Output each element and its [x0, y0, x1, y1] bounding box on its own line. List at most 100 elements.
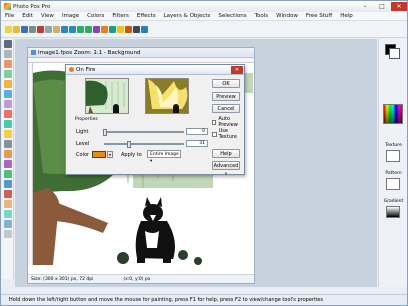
- copy-icon[interactable]: [45, 25, 52, 33]
- menu-selections[interactable]: Selections: [214, 13, 250, 19]
- pattern-box[interactable]: [386, 178, 400, 190]
- open-folder-icon[interactable]: [13, 25, 20, 33]
- undo-icon[interactable]: [61, 25, 68, 33]
- document-cursor-position: (x:0, y:0) px: [123, 276, 151, 282]
- level-slider-thumb[interactable]: [127, 141, 132, 148]
- document-title-bar: Image1.fpos Zoom: 1:1 - Background: [28, 48, 254, 58]
- gradient-tool-icon[interactable]: [4, 120, 12, 128]
- eyedropper-tool-icon[interactable]: [4, 180, 12, 188]
- save-icon[interactable]: [21, 25, 28, 33]
- clone-tool-icon[interactable]: [4, 140, 12, 148]
- document-title: Image1.fpos Zoom: 1:1 - Background: [38, 49, 141, 56]
- smudge-tool-icon[interactable]: [4, 150, 12, 158]
- help-button[interactable]: Help: [212, 149, 240, 158]
- maximize-button[interactable]: □: [374, 2, 390, 11]
- color-palette[interactable]: [383, 104, 403, 124]
- light-label: Light: [76, 129, 89, 135]
- background-color[interactable]: [389, 48, 400, 59]
- app-logo-icon: [4, 3, 11, 10]
- document-icon: [31, 50, 36, 55]
- magic-wand-icon[interactable]: [4, 70, 12, 78]
- level-value[interactable]: 31: [186, 140, 208, 147]
- apply-to-label: Apply to: [121, 152, 142, 158]
- ok-button[interactable]: OK: [212, 79, 240, 88]
- level-slider[interactable]: [104, 141, 184, 148]
- layers-icon[interactable]: [93, 25, 100, 33]
- level-label: Level: [76, 141, 90, 147]
- dialog-title: On Fire: [76, 66, 96, 73]
- menu-window[interactable]: Window: [272, 13, 302, 19]
- use-texture-label: Use Texture: [218, 128, 237, 140]
- apply-to-select[interactable]: Entire Image ▾: [147, 150, 181, 164]
- new-file-icon[interactable]: [5, 25, 12, 33]
- red-eye-tool-icon[interactable]: [4, 190, 12, 198]
- zoom-tool-icon[interactable]: [4, 220, 12, 228]
- paste-icon[interactable]: [53, 25, 60, 33]
- right-panel: Texture Pattern Gradient: [378, 39, 407, 287]
- workspace: Image1.fpos Zoom: 1:1 - Background Size:…: [15, 39, 377, 287]
- texture-box[interactable]: [386, 150, 400, 162]
- minimize-button[interactable]: –: [357, 2, 373, 11]
- preview-before: [85, 78, 129, 114]
- menu-free-stuff[interactable]: Free Stuff: [302, 13, 336, 19]
- pencil-tool-icon[interactable]: [4, 90, 12, 98]
- select-tool-icon[interactable]: [4, 50, 12, 58]
- cancel-button[interactable]: Cancel: [212, 104, 240, 113]
- cut-icon[interactable]: [37, 25, 44, 33]
- shape-tool-icon[interactable]: [4, 160, 12, 168]
- burn-tool-icon[interactable]: [4, 200, 12, 208]
- close-button[interactable]: ✕: [391, 2, 407, 11]
- dialog-title-bar: On Fire ✕: [66, 65, 244, 75]
- zoom-in-icon[interactable]: [77, 25, 84, 33]
- menu-filters[interactable]: Filters: [108, 13, 133, 19]
- light-slider-thumb[interactable]: [103, 129, 107, 136]
- lasso-tool-icon[interactable]: [4, 60, 12, 68]
- hand-tool-icon[interactable]: [4, 230, 12, 238]
- brush-tool-icon[interactable]: [4, 80, 12, 88]
- line-tool-icon[interactable]: [4, 170, 12, 178]
- fill-tool-icon[interactable]: [4, 110, 12, 118]
- crop-icon[interactable]: [125, 25, 132, 33]
- menu-layers-objects[interactable]: Layers & Objects: [160, 13, 215, 19]
- preview-after-image: [146, 79, 188, 113]
- effects-icon[interactable]: [101, 25, 108, 33]
- move-tool-icon[interactable]: [4, 40, 12, 48]
- document-status-bar: Size: (300 x 301) px, 72 dpi (x:0, y:0) …: [28, 274, 254, 283]
- menu-image[interactable]: Image: [58, 13, 83, 19]
- on-fire-dialog: On Fire ✕ Properties Light 0 Level 31 Co…: [65, 64, 245, 177]
- gradient-box[interactable]: [386, 206, 400, 218]
- filters-icon[interactable]: [109, 25, 116, 33]
- gradient-label: Gradient: [383, 199, 404, 204]
- dodge-tool-icon[interactable]: [4, 210, 12, 218]
- preview-button[interactable]: Preview: [212, 92, 240, 101]
- dialog-close-button[interactable]: ✕: [231, 65, 243, 74]
- menu-effects[interactable]: Effects: [133, 13, 160, 19]
- texture-label: Texture: [385, 143, 402, 148]
- menu-file[interactable]: File: [1, 13, 18, 19]
- checkbox-icon[interactable]: [212, 119, 217, 125]
- use-texture-checkbox[interactable]: Use Texture: [212, 128, 244, 140]
- menu-tools[interactable]: Tools: [251, 13, 273, 19]
- apply-to-value: Entire Image: [150, 152, 179, 157]
- menu-view[interactable]: View: [37, 13, 58, 19]
- color-dropdown-button[interactable]: ▾: [107, 151, 113, 158]
- menu-colors[interactable]: Colors: [83, 13, 108, 19]
- fire-color-swatch[interactable]: [92, 151, 106, 158]
- help-icon[interactable]: [141, 25, 148, 33]
- redo-icon[interactable]: [69, 25, 76, 33]
- menu-edit[interactable]: Edit: [18, 13, 37, 19]
- text-tool-icon[interactable]: [4, 130, 12, 138]
- pattern-label: Pattern: [385, 171, 402, 176]
- settings-icon[interactable]: [133, 25, 140, 33]
- eraser-tool-icon[interactable]: [4, 100, 12, 108]
- light-slider[interactable]: [103, 129, 184, 136]
- star-icon[interactable]: [117, 25, 124, 33]
- auto-preview-checkbox[interactable]: Auto Preview: [212, 116, 244, 128]
- menu-help[interactable]: Help: [336, 13, 357, 19]
- advanced-button[interactable]: Advanced »: [212, 161, 240, 177]
- print-icon[interactable]: [29, 25, 36, 33]
- properties-group-label: Properties: [75, 117, 98, 122]
- light-value[interactable]: 0: [186, 128, 208, 135]
- checkbox-icon[interactable]: [212, 131, 217, 137]
- zoom-out-icon[interactable]: [85, 25, 92, 33]
